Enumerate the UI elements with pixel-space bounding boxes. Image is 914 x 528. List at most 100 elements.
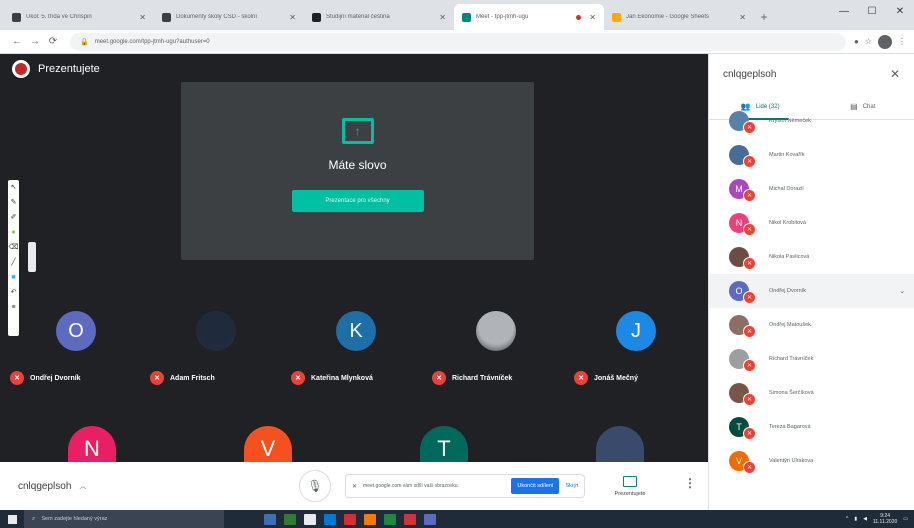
line-icon[interactable]: ╱ [11,259,15,267]
tray-chevron-icon[interactable]: ^ [846,516,848,522]
taskbar-app-icon[interactable] [304,513,316,525]
participant-row[interactable]: T ✕ Tereza Bagarová [709,410,914,444]
participant-row[interactable]: ✕ Richard Trávníček [709,342,914,376]
close-tab-icon[interactable]: ✕ [439,13,446,22]
taskbar-app-icon[interactable] [324,513,336,525]
favicon-icon [162,12,171,22]
highlighter-icon[interactable]: ✐ [11,214,17,222]
taskbar-app-icon[interactable] [344,513,356,525]
lock-icon: 🔒 [80,38,89,46]
presenting-title: Máte slovo [328,158,387,172]
settings-icon[interactable]: ≡ [11,304,15,312]
participant-row[interactable]: O ✕ Ondřej Dvorník ⌄ [709,274,914,308]
participant-avatar[interactable]: V [244,426,292,462]
participant-tile[interactable]: O [56,311,96,351]
taskbar-app-icon[interactable] [284,513,296,525]
stop-sharing-button[interactable]: Ukončit sdílení [511,478,560,494]
participant-avatar: ✕ [729,383,756,406]
participant-row[interactable]: ✕ Martin Kovařík [709,138,914,172]
hide-button[interactable]: Skrýt [565,483,578,489]
participant-avatar[interactable] [596,426,644,462]
close-panel-button[interactable]: ✕ [890,67,900,81]
presenter-avatar [12,60,30,78]
mic-muted-icon: ✕ [150,371,164,385]
minimize-button[interactable]: — [830,0,858,22]
participant-avatar[interactable]: T [420,426,468,462]
participant-row[interactable]: ✕ Nikola Pavlicová [709,240,914,274]
windows-taskbar: ⌕ Sem zadejte hledaný výraz ^ ▮ ◀ 9:24 1… [0,510,914,528]
browser-tab[interactable]: Studijní materiál čeština ✕ [304,4,454,30]
new-tab-button[interactable]: + [754,4,774,30]
participant-row[interactable]: ✕ Simona Šerčíková [709,376,914,410]
meeting-details-button[interactable]: cnlqgeplsoh ︿ [18,481,86,492]
participant-name: Nikol Krobitová [769,220,806,226]
browser-tab[interactable]: Meet - tpp-jtmh-ugu ✕ [454,4,604,30]
mic-muted-icon: ✕ [743,461,756,474]
participant-row[interactable]: ✕ Ondřej Matoušek [709,308,914,342]
favicon-icon [612,12,621,22]
participant-row[interactable]: N ✕ Nikol Krobitová [709,206,914,240]
mic-muted-icon: ✕ [432,371,446,385]
maximize-button[interactable]: ☐ [858,0,886,22]
back-button[interactable]: ← [8,33,26,51]
participant-tile[interactable] [476,311,516,351]
pen-icon[interactable]: ✎ [11,199,17,207]
volume-icon[interactable]: ◀ [863,516,867,522]
close-icon[interactable]: ✕ [352,483,357,490]
notifications-icon[interactable]: ▭ [903,516,908,522]
participant-tile[interactable] [196,311,236,351]
taskbar-apps [264,513,436,525]
close-tab-icon[interactable]: ✕ [589,13,596,22]
taskbar-app-icon[interactable] [424,513,436,525]
favicon-icon [12,12,21,22]
profile-avatar[interactable] [878,34,892,49]
menu-icon[interactable]: ⋮ [898,37,906,46]
avatar-initial: V [735,456,742,466]
taskbar-app-icon[interactable] [384,513,396,525]
toolbar-drag-handle[interactable] [28,242,36,272]
close-tab-icon[interactable]: ✕ [139,13,146,22]
mic-muted-icon: ✕ [743,223,756,236]
mic-button[interactable]: 🎙 [299,470,331,502]
participant-row[interactable]: M ✕ Michal Dorazil [709,172,914,206]
forward-button[interactable]: → [26,33,44,51]
present-to-all-button[interactable]: Prezentace pro všechny [291,190,424,212]
taskbar-app-icon[interactable] [264,513,276,525]
tab-title: Úkol: 5. třída ve Chrispin [26,14,92,20]
star-icon[interactable]: ☆ [865,37,872,46]
cursor-icon[interactable]: ↖ [11,184,17,192]
mic-muted-icon: ✕ [574,371,588,385]
present-screen-icon: ↑ [341,118,374,144]
taskbar-app-icon[interactable] [364,513,376,525]
browser-tab[interactable]: Dokumenty školy CSD - školní ✕ [154,4,304,30]
present-now-button[interactable]: Prezentujete [600,468,660,504]
participant-avatar[interactable]: N [68,426,116,462]
taskbar-app-icon[interactable] [404,513,416,525]
eraser-icon[interactable]: ⌫ [9,244,19,252]
participant-row[interactable]: ✕ Krystof Němeček [709,104,914,138]
reload-button[interactable]: ⟳ [44,33,62,51]
taskbar-search[interactable]: ⌕ Sem zadejte hledaný výraz [24,510,224,528]
participant-tile[interactable]: K [336,311,376,351]
color-icon[interactable]: ● [11,229,15,237]
recording-icon [576,14,582,20]
participant-tile[interactable]: J [616,311,656,351]
clock[interactable]: 9:24 11.11.2020 [873,513,897,525]
close-window-button[interactable]: ✕ [886,0,914,22]
participant-row[interactable]: V ✕ Valentýn Ulrakova [709,444,914,478]
shape-icon[interactable]: ■ [11,274,15,282]
browser-tab[interactable]: Úkol: 5. třída ve Chrispin ✕ [4,4,154,30]
url-input[interactable]: 🔒 meet.google.com/tpp-jtmh-ugu?authuser=… [70,32,846,51]
browser-tab[interactable]: Jan Ekonomie - Google Sheets ✕ [604,4,754,30]
camera-icon[interactable]: ● [854,37,859,46]
network-icon[interactable]: ▮ [854,516,857,522]
chevron-down-icon[interactable]: ⌄ [899,287,905,295]
close-tab-icon[interactable]: ✕ [739,13,746,22]
start-button[interactable] [0,510,24,528]
participant-name: Ondřej Dvorník [30,374,81,382]
presenting-card: ↑ Máte slovo Prezentace pro všechny [181,82,534,260]
participant-name: Martin Kovařík [769,152,805,158]
more-options-button[interactable]: ⋮ [684,476,696,490]
undo-icon[interactable]: ↶ [11,289,17,297]
close-tab-icon[interactable]: ✕ [289,13,296,22]
